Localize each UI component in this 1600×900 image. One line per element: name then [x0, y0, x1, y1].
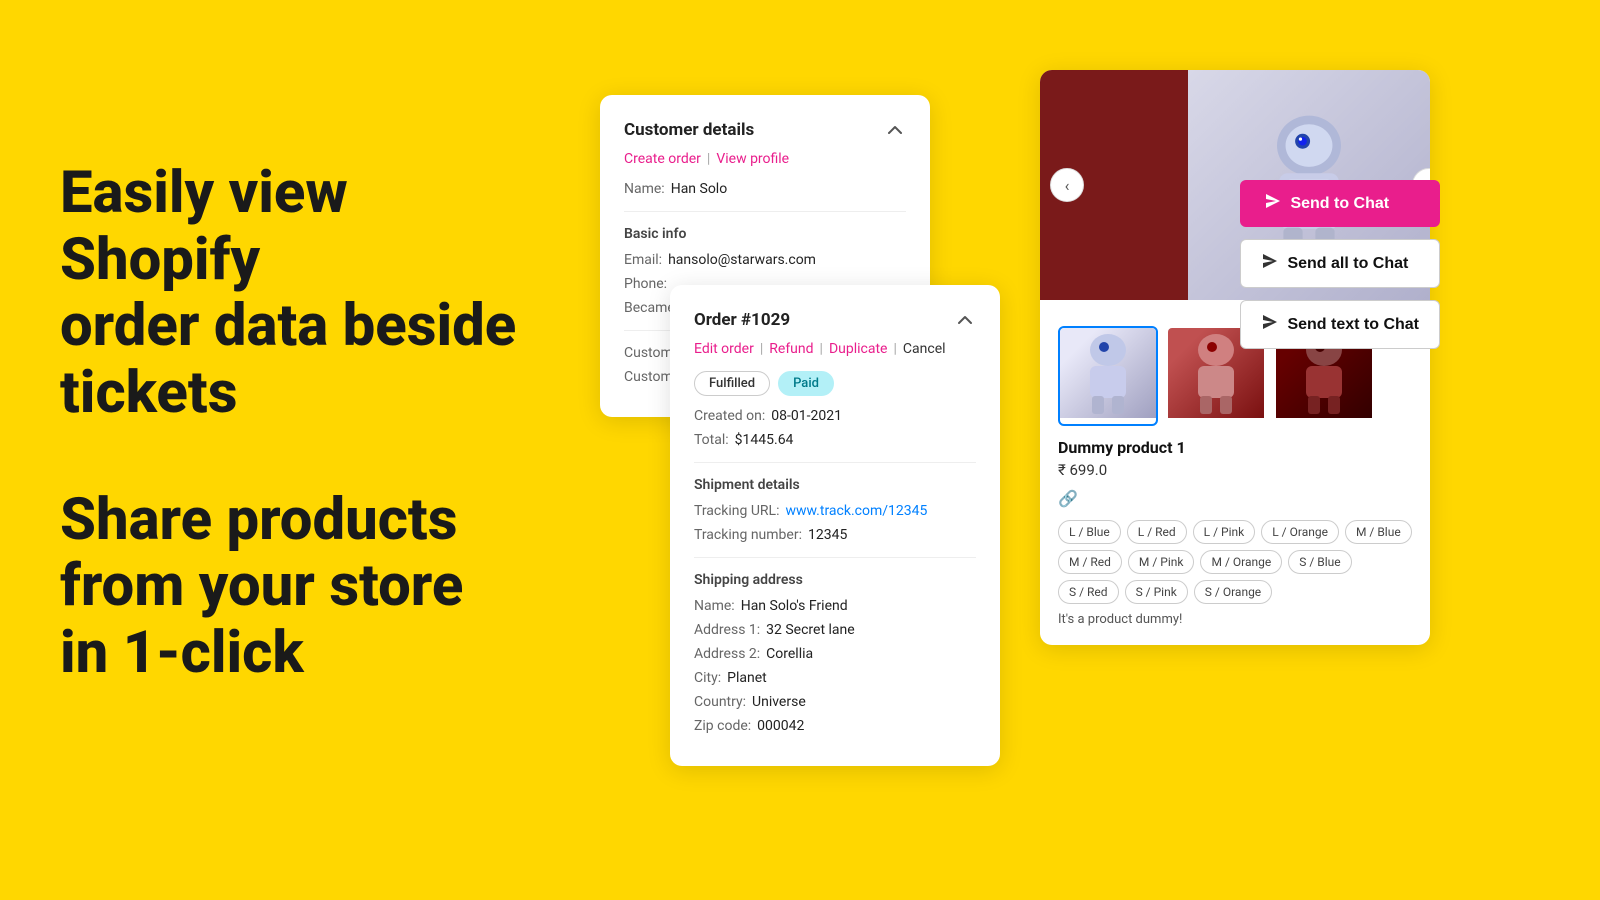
create-order-link[interactable]: Create order — [624, 151, 701, 167]
headline-line3: tickets — [60, 359, 237, 427]
created-value: 08-01-2021 — [771, 408, 842, 424]
variant-s-red[interactable]: S / Red — [1058, 580, 1119, 604]
order-collapse-button[interactable] — [954, 309, 976, 331]
phone-label: Phone: — [624, 276, 667, 292]
became-label: Became — [624, 300, 675, 316]
product-card: ‹ › — [1040, 70, 1430, 645]
cancel-link[interactable]: Cancel — [903, 341, 946, 357]
variant-l-orange[interactable]: L / Orange — [1261, 520, 1339, 544]
carousel-prev-button[interactable]: ‹ — [1050, 168, 1084, 202]
divider1 — [624, 211, 906, 212]
send-text-icon — [1261, 313, 1279, 336]
variant-m-pink[interactable]: M / Pink — [1128, 550, 1195, 574]
ship-name-label: Name: — [694, 598, 735, 614]
headline-line4: Share products — [60, 486, 458, 554]
customer-card-title: Customer details — [624, 120, 754, 140]
fulfilled-badge: Fulfilled — [694, 371, 770, 396]
tracking-url-value[interactable]: www.track.com/12345 — [785, 503, 927, 519]
send-to-chat-icon — [1264, 192, 1282, 215]
shipping-title: Shipping address — [694, 572, 976, 588]
order-card: Order #1029 Edit order | Refund | Duplic… — [670, 285, 1000, 766]
basic-info-title: Basic info — [624, 226, 906, 242]
view-profile-link[interactable]: View profile — [716, 151, 789, 167]
addr1-label: Address 1: — [694, 622, 760, 638]
headline-line2: order data beside — [60, 292, 516, 360]
addr1-value: 32 Secret lane — [766, 622, 855, 638]
send-to-chat-button[interactable]: Send to Chat — [1240, 180, 1440, 227]
send-to-chat-label: Send to Chat — [1290, 195, 1389, 213]
variant-m-orange[interactable]: M / Orange — [1200, 550, 1282, 574]
name-label: Name: — [624, 181, 665, 197]
variant-s-blue[interactable]: S / Blue — [1288, 550, 1351, 574]
variant-l-red[interactable]: L / Red — [1127, 520, 1187, 544]
city-label: City: — [694, 670, 721, 686]
headline-line1: Easily view Shopify — [60, 159, 348, 294]
send-text-label: Send text to Chat — [1287, 316, 1419, 334]
headline-line6: in 1-click — [60, 619, 304, 687]
send-all-icon — [1261, 252, 1279, 275]
variant-m-blue[interactable]: M / Blue — [1345, 520, 1412, 544]
email-value: hansolo@starwars.com — [668, 252, 816, 268]
created-label: Created on: — [694, 408, 765, 424]
order-divider1 — [694, 462, 976, 463]
variant-s-pink[interactable]: S / Pink — [1125, 580, 1188, 604]
left-text-block: Easily view Shopify order data beside ti… — [60, 160, 540, 687]
chat-buttons-panel: Send to Chat Send all to Chat Send text … — [1240, 180, 1440, 349]
tracking-url-label: Tracking URL: — [694, 503, 779, 519]
product-price: ₹ 699.0 — [1058, 461, 1412, 479]
variant-m-red[interactable]: M / Red — [1058, 550, 1122, 574]
variant-l-pink[interactable]: L / Pink — [1193, 520, 1256, 544]
send-all-label: Send all to Chat — [1287, 255, 1408, 273]
email-label: Email: — [624, 252, 662, 268]
zip-label: Zip code: — [694, 718, 751, 734]
order-divider2 — [694, 557, 976, 558]
city-value: Planet — [727, 670, 767, 686]
thumbnail-1[interactable] — [1058, 326, 1158, 426]
custom-label1: Custom — [624, 345, 673, 361]
country-label: Country: — [694, 694, 746, 710]
customer-collapse-button[interactable] — [884, 119, 906, 141]
shipment-title: Shipment details — [694, 477, 976, 493]
name-value: Han Solo — [671, 181, 728, 197]
country-value: Universe — [752, 694, 806, 710]
product-name: Dummy product 1 — [1058, 438, 1412, 457]
total-label: Total: — [694, 432, 729, 448]
send-all-to-chat-button[interactable]: Send all to Chat — [1240, 239, 1440, 288]
paid-badge: Paid — [778, 371, 834, 396]
addr2-value: Corellia — [766, 646, 813, 662]
variant-s-orange[interactable]: S / Orange — [1194, 580, 1272, 604]
refund-link[interactable]: Refund — [769, 341, 813, 357]
variant-l-blue[interactable]: L / Blue — [1058, 520, 1121, 544]
total-value: $1445.64 — [735, 432, 794, 448]
product-link-icon[interactable]: 🔗 — [1058, 489, 1412, 508]
headline-line5: from your store — [60, 552, 463, 620]
product-card-section: ‹ › — [1040, 70, 1430, 645]
send-text-to-chat-button[interactable]: Send text to Chat — [1240, 300, 1440, 349]
tracking-num-value: 12345 — [808, 527, 847, 543]
custom-label2: Custom — [624, 369, 673, 385]
addr2-label: Address 2: — [694, 646, 760, 662]
duplicate-link[interactable]: Duplicate — [829, 341, 888, 357]
tracking-num-label: Tracking number: — [694, 527, 802, 543]
product-description: It's a product dummy! — [1058, 612, 1412, 627]
zip-value: 000042 — [757, 718, 804, 734]
product-variants: L / Blue L / Red L / Pink L / Orange M /… — [1058, 520, 1412, 604]
order-card-title: Order #1029 — [694, 310, 790, 330]
edit-order-link[interactable]: Edit order — [694, 341, 754, 357]
ship-name-value: Han Solo's Friend — [741, 598, 848, 614]
